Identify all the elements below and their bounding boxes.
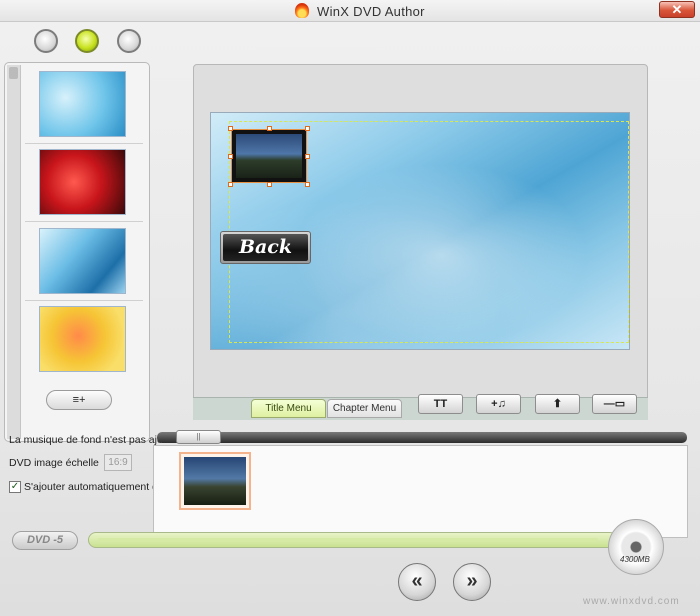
menu-template-panel: ≡+ bbox=[4, 62, 150, 442]
resize-handle[interactable] bbox=[305, 154, 310, 159]
blue-light-thumbnail[interactable] bbox=[39, 228, 126, 294]
close-button[interactable]: ✕ bbox=[659, 1, 695, 18]
title-thumbnail-frame[interactable] bbox=[231, 129, 307, 183]
tab-title-menu[interactable]: Title Menu bbox=[251, 399, 326, 418]
scrollbar-thumb[interactable] bbox=[9, 67, 18, 79]
resize-handle[interactable] bbox=[267, 126, 272, 131]
main-window: ≡+ Back Title Menu Chapter Menu TT +♫ ⬆ … bbox=[0, 22, 700, 616]
resize-handle[interactable] bbox=[305, 182, 310, 187]
dvd-aspect-select[interactable]: 16:9 bbox=[104, 454, 132, 471]
resize-handle[interactable] bbox=[267, 182, 272, 187]
title-bar: WinX DVD Author ✕ bbox=[0, 0, 700, 22]
add-menu-button[interactable]: ≡+ bbox=[46, 390, 112, 410]
back-button[interactable]: Back bbox=[220, 231, 311, 264]
chapter-thumbnail[interactable] bbox=[179, 452, 251, 510]
next-step-button[interactable]: » bbox=[453, 563, 491, 601]
arrow-up-icon: ⬆ bbox=[552, 398, 563, 410]
resize-handle[interactable] bbox=[305, 126, 310, 131]
tab-chapter-menu[interactable]: Chapter Menu bbox=[327, 399, 402, 418]
close-icon: ✕ bbox=[671, 2, 683, 17]
dvd-type-badge[interactable]: DVD -5 bbox=[12, 531, 78, 550]
disc-capacity-fill bbox=[98, 538, 598, 542]
disc-capacity-label: 4300MB bbox=[620, 555, 650, 564]
title-video-thumbnail bbox=[236, 134, 302, 178]
add-music-button[interactable]: +♫ bbox=[476, 394, 521, 414]
back-button-label: Back bbox=[223, 234, 308, 261]
step-3-indicator[interactable] bbox=[117, 29, 141, 53]
resize-handle[interactable] bbox=[228, 126, 233, 131]
blue-mosaic-thumbnail[interactable] bbox=[39, 71, 126, 137]
disc-icon bbox=[608, 519, 664, 575]
remove-icon: —▭ bbox=[603, 398, 626, 410]
yellow-flowers-thumbnail[interactable] bbox=[39, 306, 126, 372]
app-logo-icon bbox=[295, 3, 309, 18]
resize-handle[interactable] bbox=[228, 154, 233, 159]
timeline-slider-handle[interactable]: || bbox=[176, 430, 221, 444]
add-menu-icon: ≡+ bbox=[72, 394, 86, 406]
chapter-strip bbox=[153, 445, 688, 538]
music-timeline[interactable] bbox=[157, 432, 687, 443]
dvd-aspect-label: DVD image échelle bbox=[9, 457, 99, 469]
menu-preview-frame: Back bbox=[193, 64, 648, 418]
menu-preview-canvas[interactable]: Back bbox=[210, 112, 630, 350]
upload-background-button[interactable]: ⬆ bbox=[535, 394, 580, 414]
thumbnail-divider bbox=[25, 221, 143, 222]
double-chevron-right-icon: » bbox=[466, 570, 478, 592]
text-icon: TT bbox=[433, 398, 448, 410]
remove-element-button[interactable]: —▭ bbox=[592, 394, 637, 414]
thumbnail-divider bbox=[25, 143, 143, 144]
chapter-video-thumbnail bbox=[184, 457, 246, 505]
add-text-button[interactable]: TT bbox=[418, 394, 463, 414]
previous-step-button[interactable]: « bbox=[398, 563, 436, 601]
website-watermark: www.winxdvd.com bbox=[583, 596, 680, 607]
template-scrollbar[interactable] bbox=[7, 65, 21, 439]
disc-capacity-bar bbox=[88, 532, 618, 548]
music-note-icon: +♫ bbox=[491, 398, 506, 410]
auto-add-checkbox[interactable]: ✓ bbox=[9, 481, 21, 493]
window-title: WinX DVD Author bbox=[317, 4, 425, 19]
red-roses-thumbnail[interactable] bbox=[39, 149, 126, 215]
double-chevron-left-icon: « bbox=[411, 570, 423, 592]
thumbnail-divider bbox=[25, 300, 143, 301]
step-2-indicator[interactable] bbox=[75, 29, 99, 53]
step-1-indicator[interactable] bbox=[34, 29, 58, 53]
resize-handle[interactable] bbox=[228, 182, 233, 187]
